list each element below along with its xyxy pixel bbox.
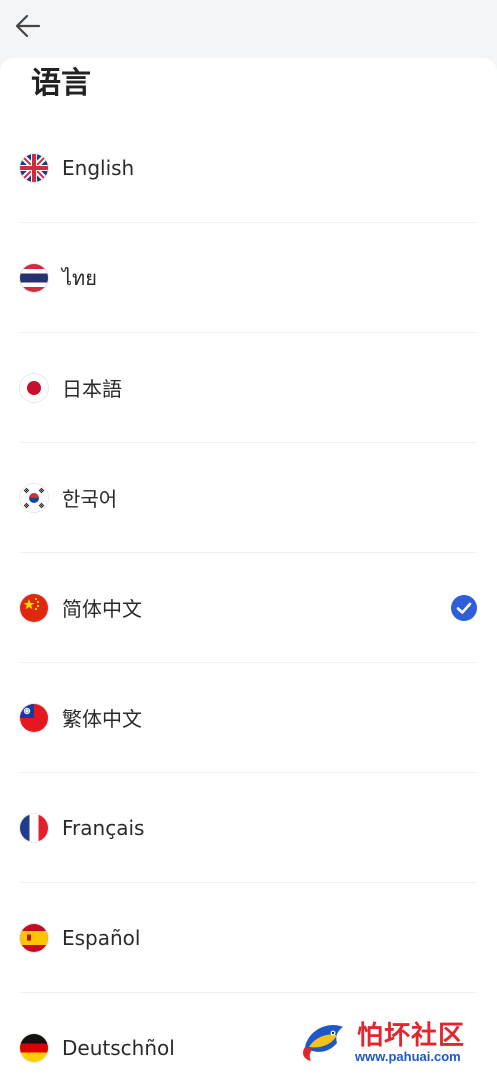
arrow-left-icon	[15, 14, 41, 38]
language-item-simplified-chinese[interactable]: 简体中文	[20, 553, 477, 663]
top-bar	[0, 0, 497, 58]
china-flag-icon	[20, 593, 48, 622]
spain-flag-icon	[20, 923, 48, 952]
language-label: 한국어	[62, 487, 118, 511]
japan-flag-icon	[20, 373, 48, 402]
france-flag-icon	[20, 813, 48, 842]
watermark: 怕坏社区 www.pahuai.com	[299, 1013, 489, 1069]
page-title: 语言	[31, 66, 91, 101]
language-label: ไทย	[62, 265, 97, 290]
language-label: 日本語	[62, 377, 122, 401]
watermark-title: 怕坏社区	[357, 1021, 466, 1051]
language-item-korean[interactable]: 한국어	[20, 443, 477, 553]
language-label: 简体中文	[62, 597, 142, 621]
back-button[interactable]	[10, 8, 46, 44]
watermark-url: www.pahuai.com	[355, 1049, 461, 1064]
language-item-thai[interactable]: ไทย	[20, 223, 477, 333]
language-label: Deutschñol	[62, 1035, 175, 1060]
language-list: English ไทย 日本語 한국어 简体中文 繁体中文 Français E…	[0, 113, 497, 1075]
language-item-english[interactable]: English	[20, 113, 477, 223]
korea-flag-icon	[20, 483, 48, 512]
thailand-flag-icon	[20, 263, 48, 292]
language-item-traditional-chinese[interactable]: 繁体中文	[20, 663, 477, 773]
language-label: Français	[62, 815, 145, 840]
language-item-french[interactable]: Français	[20, 773, 477, 883]
language-label: 繁体中文	[62, 707, 142, 731]
fish-logo-icon	[303, 1025, 343, 1061]
language-label: English	[62, 155, 135, 180]
germany-flag-icon	[20, 1033, 48, 1062]
taiwan-flag-icon	[20, 703, 48, 732]
uk-flag-icon	[20, 153, 48, 182]
language-label: Español	[62, 925, 141, 950]
language-item-spanish[interactable]: Español	[20, 883, 477, 993]
language-item-japanese[interactable]: 日本語	[20, 333, 477, 443]
language-sheet: 语言 English ไทย 日本語 한국어 简体中文 繁体中文 Françai…	[0, 58, 497, 1075]
check-icon	[451, 594, 477, 621]
